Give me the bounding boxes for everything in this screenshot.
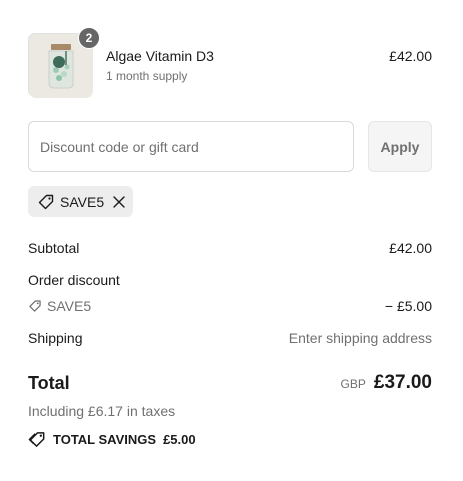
apply-discount-button[interactable]: Apply [368, 121, 432, 172]
subtotal-row: Subtotal £42.00 [28, 240, 432, 260]
savings-tag-icon [28, 432, 45, 447]
product-price: £42.00 [389, 48, 432, 64]
savings-label: TOTAL SAVINGS [53, 432, 157, 447]
tag-icon [29, 300, 41, 312]
savings-value: £5.00 [163, 432, 196, 447]
order-discount-row: Order discount [28, 272, 432, 292]
discount-code-row: SAVE5 − £5.00 [28, 298, 432, 318]
product-name: Algae Vitamin D3 [106, 48, 214, 64]
currency-code: GBP [340, 377, 366, 391]
shipping-value: Enter shipping address [288, 330, 432, 346]
shipping-label: Shipping [28, 330, 83, 346]
shipping-row: Shipping Enter shipping address [28, 330, 432, 350]
product-image: 2 [28, 27, 100, 98]
discount-code-input[interactable] [28, 121, 354, 172]
total-amount: GBP £37.00 [341, 372, 432, 394]
quantity-badge: 2 [78, 27, 100, 49]
total-value: £37.00 [373, 372, 432, 393]
order-discount-label: Order discount [28, 272, 120, 288]
total-savings: TOTAL SAVINGS £5.00 [28, 430, 196, 449]
subtotal-label: Subtotal [28, 240, 80, 256]
discount-value: − £5.00 [384, 298, 432, 314]
product-variant: 1 month supply [106, 69, 188, 83]
close-icon[interactable] [112, 195, 126, 209]
applied-discount-chip: SAVE5 [28, 186, 133, 217]
total-label: Total [28, 373, 70, 393]
tag-icon [38, 194, 54, 209]
line-item: 2 Algae Vitamin D3 1 month supply £42.00 [28, 27, 432, 98]
tax-note: Including £6.17 in taxes [28, 403, 176, 419]
subtotal-value: £42.00 [389, 240, 432, 256]
applied-discount-code: SAVE5 [60, 193, 105, 210]
discount-code-label: SAVE5 [47, 298, 92, 314]
